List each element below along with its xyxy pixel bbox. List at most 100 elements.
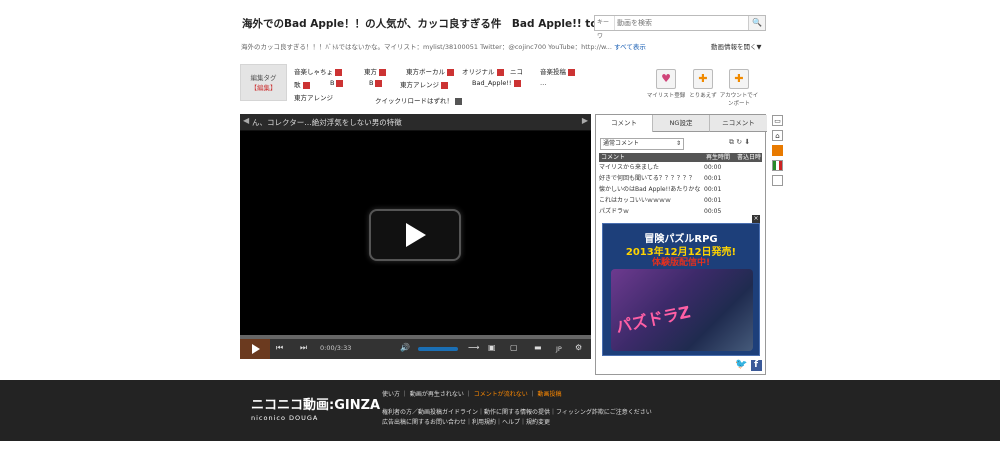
screen-size-icon[interactable]: ▢ bbox=[510, 343, 518, 352]
tag-item[interactable]: オリジナル bbox=[462, 66, 504, 76]
home-icon[interactable]: ⌂ bbox=[772, 130, 783, 141]
col-comment[interactable]: コメント bbox=[601, 153, 625, 162]
description-text: 海外のカッコ良すぎる！！！ﾊﾞﾄﾙではないかな。マイリスト：mylist/381… bbox=[241, 43, 612, 51]
video-player[interactable]: ◀ ん、コレクター…絶対浮気をしない男の特徴 ▶ bbox=[240, 114, 591, 359]
tag-item[interactable]: 東方ボーカル bbox=[406, 66, 454, 76]
search-box: キーワ 🔍 bbox=[594, 15, 766, 40]
dictionary-icon[interactable] bbox=[379, 68, 386, 76]
comment-panel: コメント NG設定 ニコメント 通常コメント ⇕ ⧉ ↻ ⬇ コメント 再生時間 … bbox=[595, 114, 767, 375]
niconico-logo[interactable]: ニコニコ動画:GINZA niconico DOUGA bbox=[251, 394, 380, 422]
col-date[interactable]: 書込日時 bbox=[737, 153, 761, 162]
comment-list-header: コメント 再生時間 書込日時 bbox=[599, 153, 762, 162]
import-icon[interactable]: ✚ bbox=[729, 69, 749, 89]
time-display: 0:00/3:33 bbox=[320, 344, 352, 352]
fullscreen-icon[interactable]: ▬ bbox=[534, 343, 542, 352]
panel-tools: ⧉ ↻ ⬇ bbox=[729, 138, 750, 147]
download-icon[interactable]: ⬇ bbox=[744, 138, 750, 146]
tag-item[interactable]: 東方アレンジ bbox=[400, 79, 448, 89]
language-toggle[interactable]: JP bbox=[556, 345, 562, 353]
quick-mylist-label: とりあえず bbox=[689, 93, 717, 99]
add-icon[interactable]: ✚ bbox=[693, 69, 713, 89]
tag-item[interactable]: 音楽投稿 bbox=[540, 66, 575, 76]
close-icon[interactable]: × bbox=[752, 215, 760, 223]
search-scope-select[interactable]: キーワ bbox=[595, 16, 615, 40]
dictionary-icon[interactable] bbox=[568, 68, 575, 76]
tag-item[interactable]: B bbox=[330, 79, 344, 87]
search-input[interactable] bbox=[617, 17, 742, 29]
tag-item[interactable]: 歌 bbox=[294, 79, 310, 89]
tag-item[interactable]: 音楽しゃちょ bbox=[294, 66, 342, 76]
dictionary-icon[interactable] bbox=[496, 68, 504, 76]
flag-icon[interactable] bbox=[772, 160, 783, 171]
footer-link[interactable]: コメントが流れない bbox=[474, 391, 528, 398]
footer-links-row3[interactable]: 広告出稿に関するお問い合わせ｜利用規約｜ヘルプ｜規約変更 bbox=[382, 417, 550, 426]
blank-icon[interactable] bbox=[772, 175, 783, 186]
volume-slider[interactable] bbox=[418, 347, 458, 351]
gear-icon[interactable]: ⚙ bbox=[575, 343, 582, 352]
comment-row[interactable]: 懐かしいのはBad Apple!!あたりかな 00:01 bbox=[599, 185, 729, 195]
comment-row[interactable]: 好きで何回も聞いてる？？？？？？ 00:01 bbox=[599, 174, 729, 184]
ad-banner[interactable]: × 冒険パズルRPG 2013年12月12日発売! 体験版配信中! パズドラZ bbox=[602, 215, 760, 356]
dictionary-icon[interactable] bbox=[375, 79, 383, 87]
comment-toggle-icon[interactable]: ▣ bbox=[488, 343, 496, 352]
ad-trial: 体験版配信中! bbox=[651, 258, 711, 268]
footer: ニコニコ動画:GINZA niconico DOUGA 使い方 ｜ 動画が再生さ… bbox=[0, 380, 1000, 441]
tag-item[interactable]: クイックリロードはずれ！ bbox=[375, 95, 462, 105]
facebook-icon[interactable]: f bbox=[750, 360, 762, 371]
player-controls: ⏮ ⏭ 0:00/3:33 🔊 ⟶ ▣ ▢ ▬ JP ⚙ bbox=[240, 339, 591, 359]
comment-row[interactable]: これはカッコいいｗｗｗｗ 00:01 bbox=[599, 196, 729, 206]
tag-lock-box[interactable]: 編集タグ 【編集】 bbox=[240, 64, 287, 101]
tag-item[interactable]: 東方 bbox=[364, 66, 386, 76]
twitter-icon[interactable]: 🐦 bbox=[735, 359, 747, 370]
refresh-icon[interactable]: ↻ bbox=[736, 138, 742, 146]
tag-item[interactable]: 東方アレンジ bbox=[294, 92, 333, 102]
dictionary-icon[interactable] bbox=[513, 79, 521, 87]
copy-icon[interactable]: ⧉ bbox=[729, 138, 734, 146]
footer-links-row2[interactable]: 権利者の方／動画投稿ガイドライン｜動作に関する情報の提供｜フィッシング詐欺にご注… bbox=[382, 407, 652, 416]
tag-item[interactable]: Bad_Apple!! bbox=[472, 79, 521, 87]
col-time[interactable]: 再生時間 bbox=[706, 153, 730, 162]
tag-item[interactable]: B bbox=[369, 79, 383, 87]
chevron-left-icon[interactable]: ◀ bbox=[243, 116, 249, 125]
rss-icon[interactable] bbox=[772, 145, 783, 156]
dictionary-icon[interactable] bbox=[335, 68, 342, 76]
play-icon bbox=[406, 223, 426, 247]
footer-links-row1: 使い方 ｜ 動画が再生されない ｜ コメントが流れない ｜ 動画投稿 bbox=[382, 391, 562, 398]
description-more-link[interactable]: すべて表示 bbox=[614, 43, 646, 51]
play-button[interactable] bbox=[240, 339, 270, 359]
video-info-toggle[interactable]: 動画情報を開く▼ bbox=[711, 41, 762, 51]
tag-item[interactable]: ニコ bbox=[510, 66, 523, 76]
dictionary-icon[interactable] bbox=[447, 68, 454, 76]
next-icon[interactable]: ⏭ bbox=[300, 343, 307, 353]
tab-ng-settings[interactable]: NG設定 bbox=[653, 115, 710, 132]
comment-row[interactable]: パズドラｗ 00:05 bbox=[599, 207, 729, 217]
dictionary-icon[interactable] bbox=[302, 81, 310, 89]
tag-lock-label: 編集タグ bbox=[250, 74, 277, 82]
loop-icon[interactable]: ⟶ bbox=[468, 343, 479, 352]
mylist-label: マイリスト登録 bbox=[646, 93, 686, 99]
dictionary-icon[interactable] bbox=[336, 79, 344, 87]
search-icon[interactable]: 🔍 bbox=[748, 16, 765, 30]
import-label: アカウントでインポート bbox=[719, 93, 759, 107]
video-description: 海外のカッコ良すぎる！！！ﾊﾞﾄﾙではないかな。マイリスト：mylist/381… bbox=[241, 41, 646, 51]
chevron-right-icon[interactable]: ▶ bbox=[582, 116, 588, 125]
prev-icon[interactable]: ⏮ bbox=[276, 343, 283, 353]
comment-row[interactable]: マイリスから来ました 00:00 bbox=[599, 163, 729, 173]
tag-item[interactable]: … bbox=[540, 79, 547, 87]
tab-nicomment[interactable]: ニコメント bbox=[710, 115, 767, 132]
tag-lock-sub: 【編集】 bbox=[250, 84, 277, 92]
footer-link[interactable]: 動画投稿 bbox=[538, 391, 562, 398]
big-play-button[interactable] bbox=[369, 209, 461, 261]
social-links: 🐦 f bbox=[735, 359, 762, 371]
footer-link[interactable]: 使い方 bbox=[382, 391, 400, 398]
dictionary-icon[interactable] bbox=[441, 81, 448, 89]
edit-icon[interactable] bbox=[455, 97, 462, 105]
volume-icon[interactable]: 🔊 bbox=[400, 343, 410, 352]
marquee-text[interactable]: ん、コレクター…絶対浮気をしない男の特徴 bbox=[252, 117, 402, 128]
play-icon bbox=[252, 344, 260, 354]
page-icon[interactable]: ▭ bbox=[772, 115, 783, 126]
footer-link[interactable]: 動画が再生されない bbox=[410, 391, 464, 398]
comment-type-select[interactable]: 通常コメント ⇕ bbox=[600, 138, 684, 150]
heart-icon[interactable]: ♥ bbox=[656, 69, 676, 89]
tab-comments[interactable]: コメント bbox=[596, 115, 653, 132]
